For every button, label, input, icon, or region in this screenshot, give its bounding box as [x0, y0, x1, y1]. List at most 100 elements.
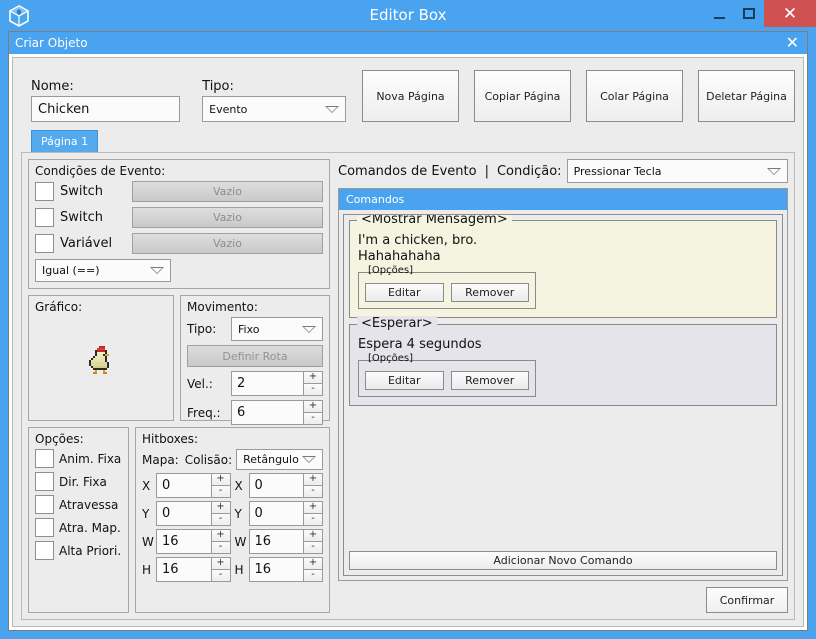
hitbox-collision-column: X 0 + - Y 0 + - W 16 + - H 16 + -: [235, 473, 323, 585]
switch2-checkbox[interactable]: [35, 208, 54, 227]
options-group: Opções: Anim. Fixa Dir. Fixa Atravessa A…: [28, 427, 129, 613]
movement-freq-increment[interactable]: +: [304, 400, 323, 413]
switch1-value-button[interactable]: Vazio: [132, 181, 323, 202]
option-alta-priori-checkbox[interactable]: [35, 541, 54, 560]
collision-h-input[interactable]: 16: [248, 557, 304, 582]
confirm-button[interactable]: Confirmar: [706, 587, 788, 613]
map-h-decrement[interactable]: -: [211, 569, 231, 582]
name-input[interactable]: Chicken: [31, 96, 181, 122]
option-row: Atravessa: [35, 495, 122, 514]
map-h-input[interactable]: 16: [156, 557, 212, 582]
trigger-condition-select[interactable]: Pressionar Tecla: [566, 159, 788, 183]
collision-w-decrement[interactable]: -: [304, 541, 323, 554]
comparison-operator-select[interactable]: Igual (==): [35, 259, 171, 282]
command-item-show-message[interactable]: <Mostrar Mensagem> I'm a chicken, bro. H…: [349, 215, 777, 318]
movement-freq-label: Freq.:: [187, 405, 221, 420]
map-x-increment[interactable]: +: [211, 473, 231, 486]
add-new-command-button[interactable]: Adicionar Novo Comando: [349, 551, 777, 570]
collision-y-input[interactable]: 0: [248, 501, 304, 526]
dialog-close-icon[interactable]: ✕: [786, 35, 801, 51]
collision-w-input[interactable]: 16: [248, 529, 304, 554]
define-route-button[interactable]: Definir Rota: [187, 345, 323, 367]
option-anim-fixa-checkbox[interactable]: [35, 449, 54, 468]
variable-checkbox[interactable]: [35, 234, 54, 253]
option-atra-map-checkbox[interactable]: [35, 518, 54, 537]
collision-x-buttons: + -: [304, 473, 323, 498]
variable-label: Variável: [60, 236, 113, 251]
movement-speed-increment[interactable]: +: [304, 371, 323, 384]
collision-x-input[interactable]: 0: [248, 473, 304, 498]
switch1-checkbox[interactable]: [35, 182, 54, 201]
map-x-input[interactable]: 0: [156, 473, 212, 498]
collision-h-increment[interactable]: +: [304, 557, 323, 570]
delete-page-button[interactable]: Deletar Página: [698, 70, 795, 122]
tab-pagina-1[interactable]: Página 1: [31, 130, 99, 152]
map-h-increment[interactable]: +: [211, 557, 231, 570]
map-w-increment[interactable]: +: [211, 529, 231, 542]
close-window-button[interactable]: ✕: [764, 0, 816, 27]
option-dir-fixa-label: Dir. Fixa: [59, 474, 107, 489]
option-atravessa-checkbox[interactable]: [35, 495, 54, 514]
type-field: Tipo: Evento: [202, 79, 346, 122]
map-y-label: Y: [142, 506, 150, 521]
graphic-movement-row: Gráfico: Movimento: Tipo: Fixo Definir R…: [28, 295, 330, 425]
map-y-increment[interactable]: +: [211, 501, 231, 514]
command-options-box: [Opções] Editar Remover: [358, 265, 536, 309]
header-separator: |: [484, 163, 489, 179]
option-dir-fixa-checkbox[interactable]: [35, 472, 54, 491]
movement-speed-label: Vel.:: [187, 376, 213, 391]
movement-freq-input[interactable]: 6: [231, 400, 304, 425]
type-select[interactable]: Evento: [202, 96, 346, 122]
option-anim-fixa-label: Anim. Fixa: [59, 451, 122, 466]
commands-list-container[interactable]: <Mostrar Mensagem> I'm a chicken, bro. H…: [343, 214, 783, 576]
command-item-wait[interactable]: <Esperar> Espera 4 segundos [Opções] Edi…: [349, 316, 777, 406]
paste-page-button[interactable]: Colar Página: [586, 70, 683, 122]
collision-y-increment[interactable]: +: [304, 501, 323, 514]
collision-x-increment[interactable]: +: [304, 473, 323, 486]
name-label: Nome:: [31, 79, 74, 94]
map-w-input[interactable]: 16: [156, 529, 212, 554]
remove-command-button[interactable]: Remover: [450, 371, 529, 390]
collision-y-decrement[interactable]: -: [304, 513, 323, 526]
maximize-button[interactable]: [734, 0, 764, 27]
title-bar: Editor Box ✕: [0, 0, 816, 31]
map-w-buttons: + -: [211, 529, 231, 554]
edit-command-button[interactable]: Editar: [365, 371, 444, 390]
remove-command-button[interactable]: Remover: [450, 283, 529, 302]
collision-w-increment[interactable]: +: [304, 529, 323, 542]
movement-freq-buttons: + -: [304, 400, 323, 425]
hitbox-row: W 16 + -: [142, 529, 231, 554]
command-legend: <Mostrar Mensagem>: [357, 215, 512, 227]
edit-command-button[interactable]: Editar: [365, 283, 444, 302]
command-line: Hahahahaha: [358, 249, 441, 264]
graphic-title: Gráfico:: [35, 300, 83, 314]
new-page-button[interactable]: Nova Página: [362, 70, 459, 122]
collision-y-buttons: + -: [304, 501, 323, 526]
map-y-decrement[interactable]: -: [211, 513, 231, 526]
movement-type-select[interactable]: Fixo: [231, 317, 323, 341]
command-options-legend: [Opções]: [368, 265, 413, 276]
movement-speed-input[interactable]: 2: [231, 371, 304, 396]
options-hitboxes-row: Opções: Anim. Fixa Dir. Fixa Atravessa A…: [28, 427, 330, 613]
collision-h-decrement[interactable]: -: [304, 569, 323, 582]
collision-shape-select[interactable]: Retângulo: [236, 449, 323, 470]
switch2-value-button[interactable]: Vazio: [132, 207, 323, 228]
minimize-button[interactable]: [704, 0, 734, 27]
hitbox-row: H 16 + -: [235, 557, 323, 582]
type-label: Tipo:: [202, 79, 234, 94]
variable-value-button[interactable]: Vazio: [132, 233, 323, 254]
map-x-decrement[interactable]: -: [211, 485, 231, 498]
copy-page-button[interactable]: Copiar Página: [474, 70, 571, 122]
collision-x-decrement[interactable]: -: [304, 485, 323, 498]
movement-speed-decrement[interactable]: -: [304, 383, 323, 396]
map-h-buttons: + -: [211, 557, 231, 582]
chicken-sprite[interactable]: [85, 344, 117, 376]
chevron-down-icon: [150, 267, 164, 274]
map-w-decrement[interactable]: -: [211, 541, 231, 554]
commands-header: Comandos de Evento | Condição: Pressiona…: [338, 159, 788, 183]
command-legend: <Esperar>: [357, 316, 437, 331]
map-x-stepper: 0 + -: [156, 473, 231, 498]
option-row: Alta Priori.: [35, 541, 122, 560]
movement-freq-decrement[interactable]: -: [304, 412, 323, 425]
map-y-input[interactable]: 0: [156, 501, 212, 526]
